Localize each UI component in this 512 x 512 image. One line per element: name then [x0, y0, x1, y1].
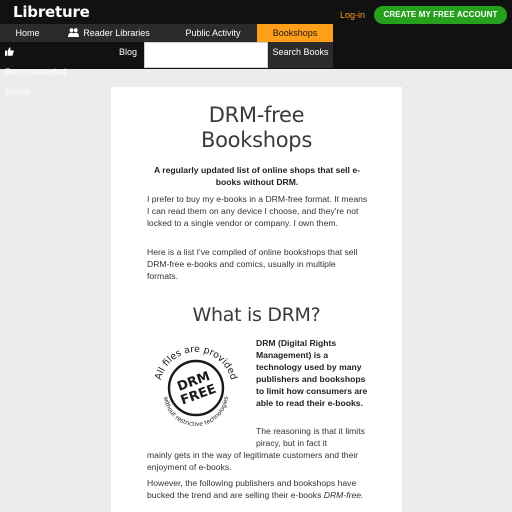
article-card: DRM-free Bookshops A regularly updated l… [111, 87, 402, 512]
page-title-line-1: DRM-free [208, 103, 305, 127]
thumbs-up-icon [5, 47, 14, 56]
drm-free-emphasis: DRM-free. [323, 490, 364, 500]
nav-home[interactable]: Home [0, 24, 55, 42]
login-link[interactable]: Log-in [340, 10, 365, 20]
site-logo[interactable]: Libreture [13, 3, 90, 21]
nav-reader-libraries-label: Reader Libraries [83, 28, 150, 38]
create-account-button[interactable]: CREATE MY FREE ACCOUNT [374, 6, 507, 24]
however-paragraph: However, the following publishers and bo… [147, 477, 369, 501]
drm-free-badge-image: All files are provided without restricti… [153, 344, 239, 428]
search-input[interactable] [144, 42, 268, 68]
nav-recommended-books[interactable]: Recommended Books [5, 42, 66, 97]
reasoning-paragraph-start: The reasoning is that it limits piracy, … [256, 426, 365, 448]
nav-public-activity[interactable]: Public Activity [170, 24, 256, 42]
nav-reader-libraries[interactable]: Reader Libraries [55, 24, 163, 42]
search-books-button[interactable]: Search Books [268, 42, 333, 68]
nav-blog[interactable]: Blog [119, 42, 137, 62]
page-title-line-2: Bookshops [201, 128, 312, 152]
section-heading-what-is-drm: What is DRM? [192, 304, 321, 326]
lead-paragraph: A regularly updated list of online shops… [154, 165, 360, 187]
users-icon [68, 28, 80, 37]
main-nav: Home Reader Libraries Public Activity Bo… [0, 24, 333, 42]
drm-definition-paragraph: DRM (Digital Rights Management) is a tec… [256, 338, 368, 408]
nav-recommended-books-label: Recommended Books [5, 67, 67, 97]
reasoning-paragraph-end: mainly gets in the way of legitimate cus… [147, 450, 359, 472]
page-title: DRM-free Bookshops [111, 103, 402, 153]
nav-bookshops[interactable]: Bookshops [257, 24, 333, 42]
intro-paragraph: I prefer to buy my e-books in a DRM-free… [147, 194, 368, 228]
list-intro-paragraph: Here is a list I've compiled of online b… [147, 247, 358, 281]
top-navigation-bar: Libreture Log-in CREATE MY FREE ACCOUNT … [0, 0, 512, 97]
